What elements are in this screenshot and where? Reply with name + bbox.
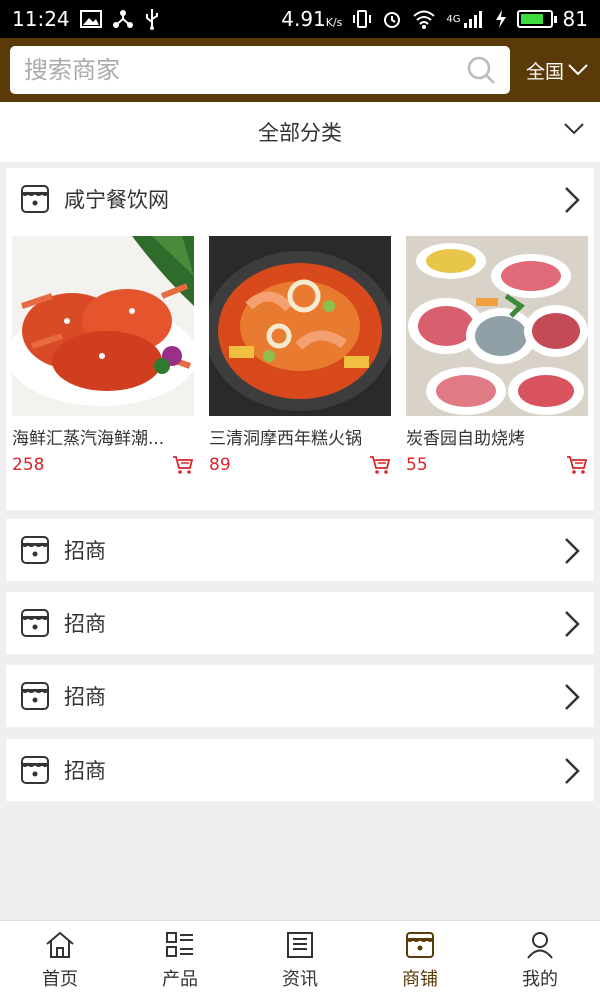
nav-label: 产品 [162,968,198,990]
nav-home[interactable]: 首页 [0,921,120,1000]
store-icon [21,682,49,710]
merchant-name: 招商 [64,612,106,636]
network-type: 4G [446,13,461,25]
product-price: 89 [209,455,231,475]
region-label: 全国 [526,60,565,83]
battery-indicator [516,10,557,28]
product-name: 海鲜汇蒸汽海鲜潮... [12,429,165,449]
news-icon [287,931,313,958]
header: 全国 [0,38,600,102]
search-icon[interactable] [466,55,496,85]
nav-stores[interactable]: 商铺 [360,921,480,1000]
chevron-down-icon [564,123,584,135]
store-header[interactable]: 咸宁餐饮网 [6,168,594,230]
merchant-name: 招商 [64,539,106,563]
nav-me[interactable]: 我的 [480,921,600,1000]
usb-icon [145,9,158,30]
store-icon [21,609,49,637]
merchant-name: 招商 [64,759,106,783]
nav-products[interactable]: 产品 [120,921,240,1000]
cart-icon[interactable] [369,455,391,475]
category-filter[interactable]: 全部分类 [0,102,600,162]
product-image [12,236,194,416]
product-price: 55 [406,455,428,475]
nav-label: 我的 [522,968,558,990]
merchant-name: 招商 [64,685,106,709]
store-icon [21,536,49,564]
user-icon [527,931,553,959]
category-label: 全部分类 [258,121,342,145]
charging-icon [495,10,506,28]
product-name: 三清洞摩西年糕火锅 [209,429,362,449]
wifi-icon [413,10,436,29]
status-time: 11:24 [12,7,70,31]
cart-icon[interactable] [172,455,194,475]
battery-percent: 81 [562,7,588,31]
vibrate-icon [353,10,372,28]
store-icon [406,931,434,958]
product-card[interactable]: 海鲜汇蒸汽海鲜潮... 258 [12,236,194,475]
product-image [406,236,588,416]
merchant-row[interactable]: 招商 [6,592,594,654]
chevron-right-icon [565,758,580,784]
cart-icon[interactable] [566,455,588,475]
status-bar: 11:24 4.91K/s 4G 81 [0,0,600,38]
store-icon [21,185,49,213]
chevron-right-icon [565,611,580,637]
net-speed: 4.91 [281,7,326,31]
region-selector[interactable]: 全国 [526,57,588,84]
product-card[interactable]: 炭香园自助烧烤 55 [406,236,588,475]
nav-label: 资讯 [282,968,318,990]
store-name: 咸宁餐饮网 [64,188,169,212]
share-icon [112,10,133,28]
signal-icon [463,11,482,28]
store-card: 咸宁餐饮网 海鲜汇蒸汽海鲜潮... 258 三清洞摩西年糕火锅 89 炭香园自助… [6,168,594,510]
chevron-right-icon [565,187,580,213]
product-list: 海鲜汇蒸汽海鲜潮... 258 三清洞摩西年糕火锅 89 炭香园自助烧烤 55 [6,230,594,475]
merchant-row[interactable]: 招商 [6,739,594,801]
product-card[interactable]: 三清洞摩西年糕火锅 89 [209,236,391,475]
merchant-row[interactable]: 招商 [6,665,594,727]
net-speed-unit: K/s [325,16,343,29]
search-box[interactable] [10,46,510,94]
product-name: 炭香园自助烧烤 [406,429,525,449]
grid-icon [166,931,193,957]
nav-label: 首页 [42,968,78,990]
search-input[interactable] [24,56,444,84]
merchant-row[interactable]: 招商 [6,519,594,581]
chevron-right-icon [565,684,580,710]
nav-label: 商铺 [402,968,438,990]
alarm-icon [384,12,401,28]
product-image [209,236,391,416]
product-price: 258 [12,455,45,475]
nav-news[interactable]: 资讯 [240,921,360,1000]
store-icon [21,756,49,784]
home-icon [46,931,74,958]
bottom-nav: 首页 产品 资讯 商铺 我的 [0,920,600,1000]
chevron-down-icon [568,64,588,76]
chevron-right-icon [565,538,580,564]
image-icon [79,10,102,28]
